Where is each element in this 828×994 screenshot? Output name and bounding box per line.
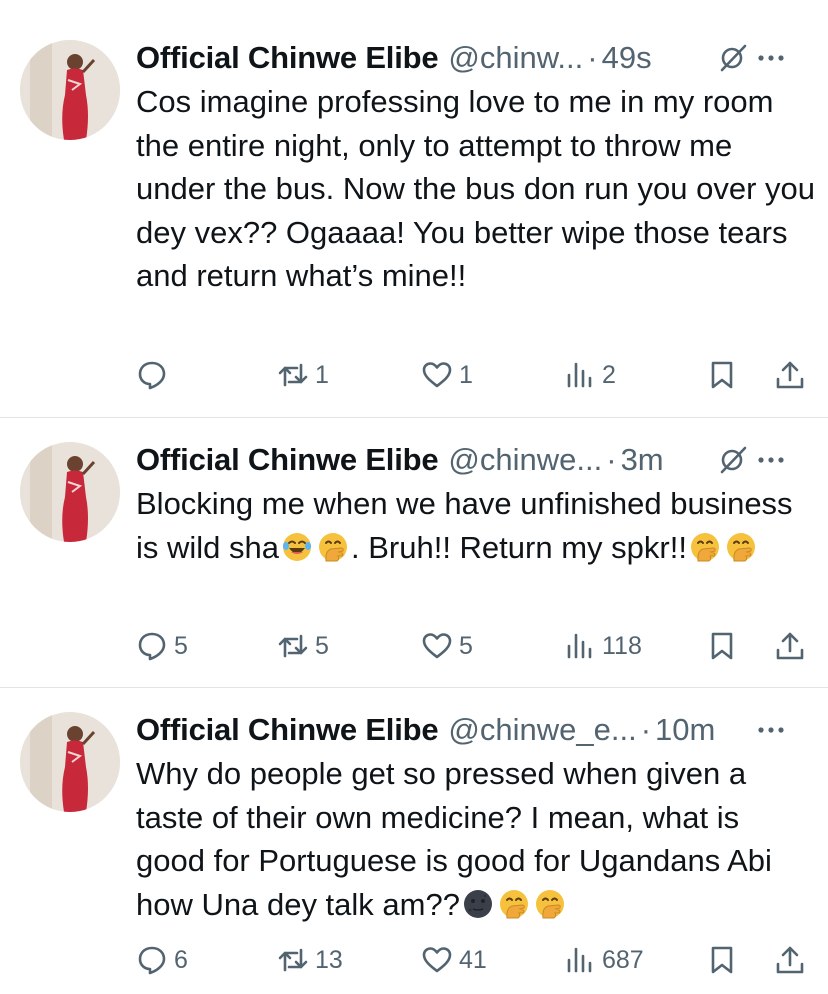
- views-count: 118: [602, 631, 642, 660]
- separator-dot: ·: [640, 712, 652, 747]
- avatar-photo: [20, 712, 120, 812]
- heart-icon: [422, 362, 452, 388]
- like-count: 1: [459, 360, 473, 389]
- retweet-icon: [278, 948, 308, 972]
- retweet-icon: [278, 363, 308, 387]
- face-with-hand-over-mouth-emoji: [535, 889, 564, 918]
- retweet-count: 1: [315, 360, 329, 389]
- views-icon: [567, 947, 592, 973]
- reply-icon: [138, 632, 166, 661]
- views-button[interactable]: 118: [564, 626, 642, 666]
- timestamp[interactable]: 3m: [621, 442, 664, 478]
- retweet-button[interactable]: 13: [277, 940, 343, 980]
- bookmark-icon: [711, 946, 733, 974]
- views-button[interactable]: 2: [564, 355, 616, 395]
- separator-dot: ·: [606, 442, 617, 477]
- reply-button[interactable]: [136, 355, 174, 395]
- action-bar: 5 5 5 118: [0, 626, 828, 666]
- views-button[interactable]: 687: [564, 940, 644, 980]
- bookmark-button[interactable]: [706, 626, 738, 666]
- retweet-button[interactable]: 5: [277, 626, 329, 666]
- tweet-text-part: Cos imagine professing love to me in my …: [136, 84, 815, 293]
- like-count: 41: [459, 945, 487, 974]
- share-button[interactable]: [774, 626, 806, 666]
- user-handle[interactable]: @chinwe...: [448, 442, 602, 478]
- tweet-header: Official Chinwe Elibe @chinwe... · 3m: [136, 440, 808, 480]
- timestamp[interactable]: 49s: [602, 40, 652, 76]
- more-icon[interactable]: [756, 452, 786, 468]
- avatar-photo: [20, 40, 120, 140]
- separator-dot: ·: [587, 40, 598, 75]
- tweet-divider: [0, 687, 828, 688]
- avatar[interactable]: [20, 40, 120, 140]
- views-count: 2: [602, 360, 616, 389]
- like-button[interactable]: 41: [421, 940, 487, 980]
- display-name[interactable]: Official Chinwe Elibe: [136, 40, 439, 76]
- share-icon: [776, 361, 804, 389]
- avatar[interactable]: [20, 712, 120, 812]
- face-with-hand-over-mouth-emoji: [499, 889, 528, 918]
- tweet-text-part: Why do people get so pressed when given …: [136, 756, 772, 922]
- reply-count: 6: [174, 945, 188, 974]
- bookmark-icon: [711, 632, 733, 660]
- grok-icon[interactable]: [718, 445, 748, 475]
- tweet-text: Why do people get so pressed when given …: [136, 752, 816, 926]
- retweet-button[interactable]: 1: [277, 355, 329, 395]
- bookmark-icon: [711, 361, 733, 389]
- reply-icon: [138, 361, 166, 390]
- reply-button[interactable]: 5: [136, 626, 188, 666]
- more-icon[interactable]: [756, 50, 786, 66]
- heart-icon: [422, 947, 452, 973]
- reply-button[interactable]: 6: [136, 940, 188, 980]
- share-button[interactable]: [774, 355, 806, 395]
- like-count: 5: [459, 631, 473, 660]
- tweet-header: Official Chinwe Elibe @chinw... · 49s: [136, 38, 808, 78]
- tweet-header: Official Chinwe Elibe @chinwe_e... · 10m: [136, 710, 808, 750]
- like-button[interactable]: 1: [421, 355, 473, 395]
- share-icon: [776, 946, 804, 974]
- face-with-tears-of-joy-emoji: [283, 532, 311, 561]
- tweet[interactable]: Official Chinwe Elibe @chinwe... · 3m Bl…: [0, 440, 828, 680]
- new-moon-face-emoji: [463, 889, 492, 918]
- more-icon[interactable]: [756, 722, 786, 738]
- user-handle[interactable]: @chinw...: [448, 40, 583, 76]
- avatar-photo: [20, 442, 120, 542]
- views-count: 687: [602, 945, 644, 974]
- reply-count: 5: [174, 631, 188, 660]
- tweet[interactable]: Official Chinwe Elibe @chinw... · 49s Co…: [0, 38, 828, 408]
- heart-icon: [422, 633, 452, 659]
- bookmark-button[interactable]: [706, 355, 738, 395]
- face-with-hand-over-mouth-emoji: [726, 532, 755, 561]
- tweet-divider: [0, 417, 828, 418]
- face-with-hand-over-mouth-emoji: [319, 532, 347, 561]
- grok-icon[interactable]: [718, 43, 748, 73]
- action-bar: 6 13 41 687: [0, 940, 828, 980]
- user-handle[interactable]: @chinwe_e...: [448, 712, 636, 748]
- share-icon: [776, 632, 804, 660]
- display-name[interactable]: Official Chinwe Elibe: [136, 442, 439, 478]
- tweet-text-part: . Bruh!! Return my spkr!!: [351, 529, 687, 565]
- views-icon: [567, 633, 592, 659]
- retweet-count: 5: [315, 631, 329, 660]
- views-icon: [567, 362, 592, 388]
- share-button[interactable]: [774, 940, 806, 980]
- reply-icon: [138, 946, 166, 975]
- display-name[interactable]: Official Chinwe Elibe: [136, 712, 439, 748]
- timestamp[interactable]: 10m: [655, 712, 715, 748]
- face-with-hand-over-mouth-emoji: [690, 532, 719, 561]
- bookmark-button[interactable]: [706, 940, 738, 980]
- like-button[interactable]: 5: [421, 626, 473, 666]
- action-bar: 1 1 2: [0, 355, 828, 395]
- tweet-text: Blocking me when we have unfinished busi…: [136, 482, 816, 569]
- avatar[interactable]: [20, 442, 120, 542]
- tweet[interactable]: Official Chinwe Elibe @chinwe_e... · 10m…: [0, 710, 828, 994]
- retweet-count: 13: [315, 945, 343, 974]
- tweet-text: Cos imagine professing love to me in my …: [136, 80, 816, 298]
- retweet-icon: [278, 634, 308, 658]
- tweet-feed: Official Chinwe Elibe @chinw... · 49s Co…: [0, 0, 828, 994]
